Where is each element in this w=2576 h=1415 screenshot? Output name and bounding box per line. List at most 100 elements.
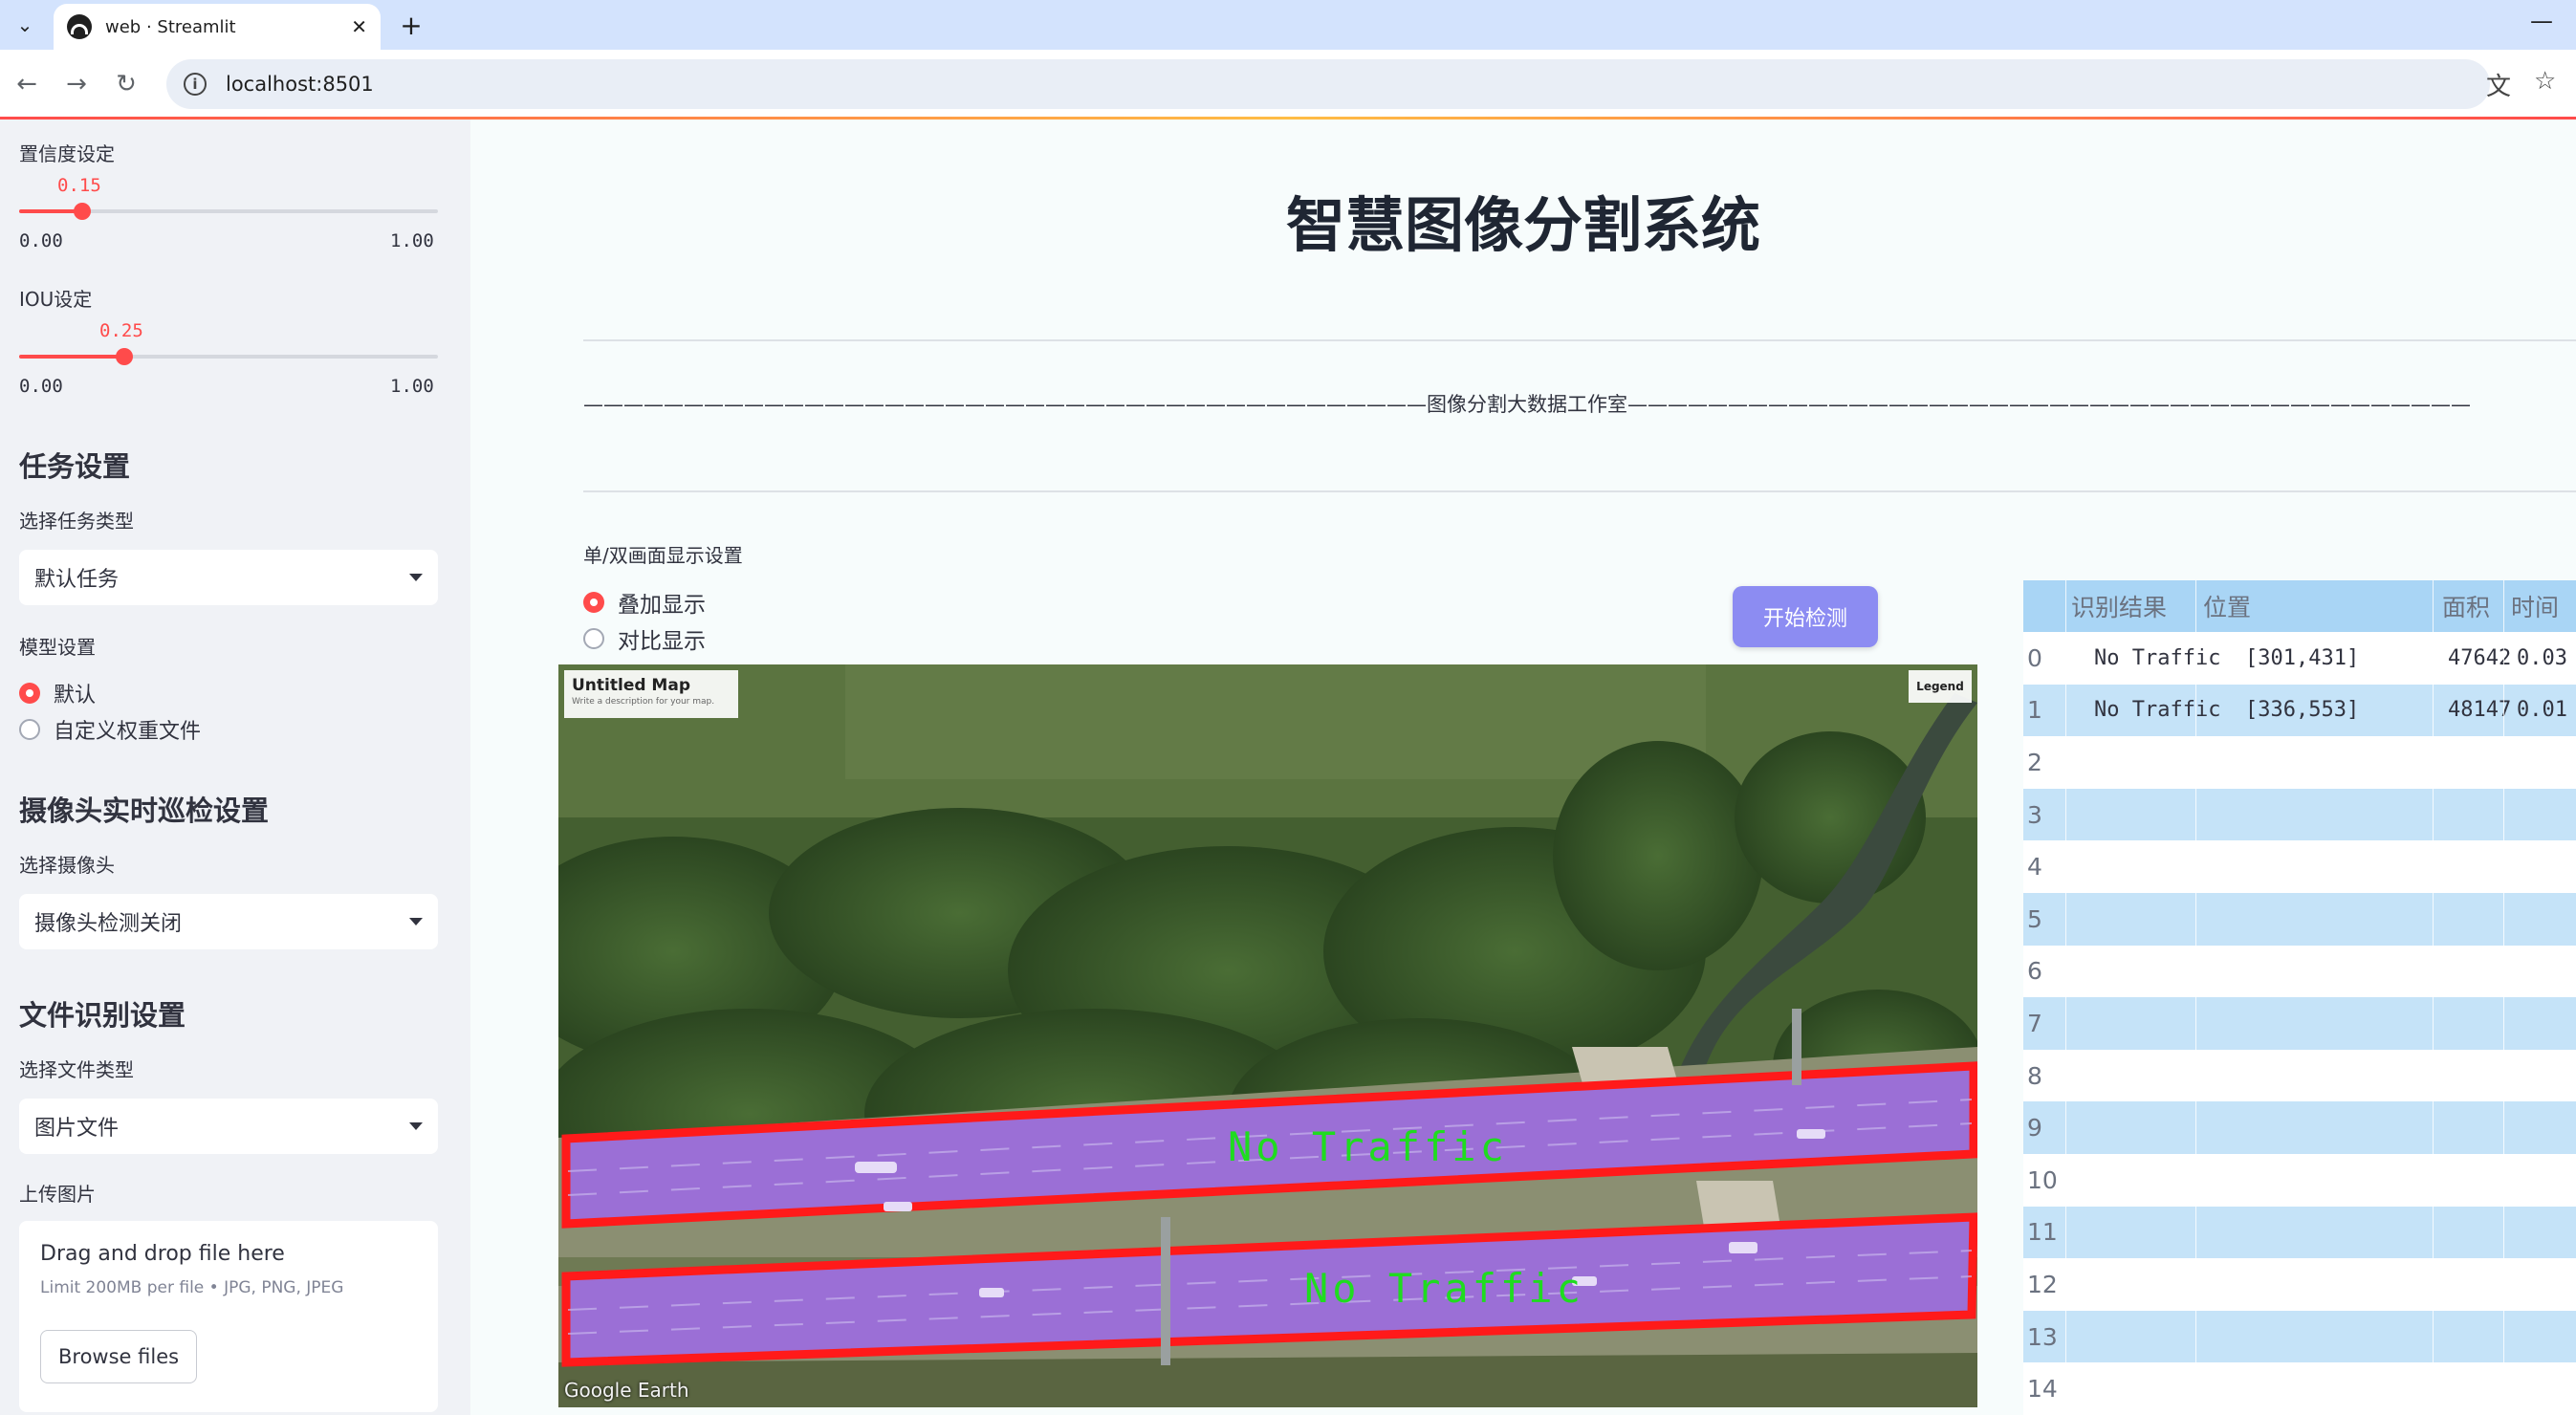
camera-select-label: 选择摄像头: [19, 854, 115, 877]
table-header-row: 识别结果 位置 面积 时间: [2023, 580, 2576, 632]
reload-icon[interactable]: ↻: [109, 67, 143, 101]
site-info-icon[interactable]: i: [184, 73, 207, 96]
url-text[interactable]: localhost:8501: [226, 73, 374, 96]
map-title-box: Untitled Map Write a description for you…: [564, 670, 738, 718]
file-type-select[interactable]: 图片文件: [19, 1099, 438, 1154]
table-row[interactable]: 7: [2023, 997, 2576, 1050]
table-row[interactable]: 6: [2023, 945, 2576, 998]
table-row[interactable]: 3: [2023, 788, 2576, 841]
header-time[interactable]: 时间: [2511, 580, 2559, 632]
radio-selected-icon: [19, 683, 40, 704]
file-dropzone[interactable]: Drag and drop file here Limit 200MB per …: [19, 1221, 438, 1412]
radio-unselected-icon: [19, 719, 40, 740]
table-row[interactable]: 2: [2023, 736, 2576, 789]
table-row[interactable]: 9: [2023, 1101, 2576, 1154]
row-index: 1: [2027, 696, 2042, 725]
table-row[interactable]: 14: [2023, 1362, 2576, 1415]
results-table[interactable]: 识别结果 位置 面积 时间 0 No Traffic [301,431] 47642 0…: [2023, 580, 2576, 1415]
browser-tab-bar: ⌄ web · Streamlit ✕ + —: [0, 0, 2576, 50]
row-index: 3: [2027, 800, 2042, 829]
close-tab-icon[interactable]: ✕: [351, 15, 367, 38]
column-divider: [2503, 580, 2504, 1415]
row-index: 4: [2027, 853, 2042, 882]
radio-unselected-icon: [583, 628, 604, 649]
segment-label-1: No Traffic: [1228, 1123, 1508, 1170]
model-radio-default[interactable]: 默认: [19, 678, 96, 708]
table-row[interactable]: 1 No Traffic [336,553] 48147 0.01: [2023, 684, 2576, 737]
row-index: 8: [2027, 1061, 2042, 1090]
dropzone-limit: Limit 200MB per file • JPG, PNG, JPEG: [40, 1278, 344, 1297]
table-row[interactable]: 4: [2023, 840, 2576, 893]
row-index: 0: [2027, 643, 2042, 672]
row-index: 5: [2027, 904, 2042, 933]
new-tab-plus-icon[interactable]: +: [394, 8, 428, 42]
forward-arrow-icon[interactable]: →: [59, 67, 94, 101]
column-divider: [2433, 580, 2434, 1415]
header-area[interactable]: 面积: [2442, 580, 2490, 632]
divider-line: [583, 339, 2576, 341]
camera-settings-header: 摄像头实时巡检设置: [19, 795, 270, 827]
table-row[interactable]: 8: [2023, 1049, 2576, 1102]
column-divider: [2195, 580, 2196, 1415]
file-settings-header: 文件识别设置: [19, 999, 186, 1032]
bookmark-star-icon[interactable]: ☆: [2534, 67, 2556, 96]
divider-line: [583, 490, 2576, 492]
browse-files-button[interactable]: Browse files: [40, 1330, 198, 1383]
task-settings-header: 任务设置: [19, 450, 131, 483]
confidence-slider-thumb[interactable]: [73, 203, 91, 220]
row-index: 12: [2027, 1270, 2058, 1298]
row-index: 10: [2027, 1165, 2058, 1194]
table-row[interactable]: 10: [2023, 1154, 2576, 1207]
table-row[interactable]: 12: [2023, 1258, 2576, 1311]
confidence-label: 置信度设定: [19, 142, 115, 165]
iou-slider-fill: [19, 355, 124, 359]
cell-area: 47642: [2448, 645, 2512, 670]
browser-tab[interactable]: web · Streamlit ✕: [54, 4, 381, 50]
cell-position: [336,553]: [2245, 698, 2360, 723]
display-radio-overlay[interactable]: 叠加显示: [583, 586, 706, 619]
main-content: 智慧图像分割系统 ———————————————————————————————…: [470, 120, 2576, 1415]
address-bar[interactable]: i localhost:8501: [166, 59, 2490, 109]
aerial-image-svg: [558, 664, 1977, 1407]
row-index: 6: [2027, 957, 2042, 986]
table-row[interactable]: 11: [2023, 1206, 2576, 1259]
row-index: 13: [2027, 1322, 2058, 1351]
iou-label: IOU设定: [19, 288, 93, 311]
model-radio-custom[interactable]: 自定义权重文件: [19, 714, 201, 745]
row-index: 14: [2027, 1375, 2058, 1404]
iou-min: 0.00: [19, 376, 63, 397]
display-radio-compare[interactable]: 对比显示: [583, 622, 706, 655]
camera-select-value: 摄像头检测关闭: [34, 912, 183, 936]
task-type-label: 选择任务类型: [19, 510, 134, 533]
task-type-select[interactable]: 默认任务: [19, 550, 438, 605]
confidence-slider[interactable]: [19, 203, 438, 220]
camera-select[interactable]: 摄像头检测关闭: [19, 894, 438, 949]
table-row[interactable]: 0 No Traffic [301,431] 47642 0.03: [2023, 632, 2576, 685]
row-index: 9: [2027, 1114, 2042, 1143]
iou-slider-thumb[interactable]: [115, 348, 133, 365]
confidence-min: 0.00: [19, 230, 63, 251]
chevron-down-icon: [409, 918, 423, 925]
back-arrow-icon[interactable]: ←: [10, 67, 44, 101]
confidence-value: 0.15: [57, 175, 101, 196]
header-position[interactable]: 位置: [2203, 580, 2251, 632]
header-result[interactable]: 识别结果: [2071, 580, 2167, 632]
row-index: 11: [2027, 1218, 2058, 1247]
tab-search-chevron-icon[interactable]: ⌄: [8, 8, 42, 42]
chevron-down-icon: [409, 1122, 423, 1130]
upload-label: 上传图片: [19, 1183, 96, 1206]
map-subtitle: Write a description for your map.: [572, 697, 715, 707]
table-row[interactable]: 5: [2023, 893, 2576, 946]
segmentation-result-image: Untitled Map Write a description for you…: [558, 664, 1977, 1407]
confidence-slider-fill: [19, 209, 82, 213]
model-settings-label: 模型设置: [19, 636, 96, 659]
row-index: 7: [2027, 1009, 2042, 1037]
table-row[interactable]: 13: [2023, 1310, 2576, 1363]
minimize-window-icon[interactable]: —: [2530, 8, 2553, 34]
iou-slider[interactable]: [19, 348, 438, 365]
row-index: 2: [2027, 748, 2042, 776]
translate-icon[interactable]: 文: [2486, 67, 2511, 102]
cell-time: 0.03: [2517, 645, 2567, 670]
start-detection-button[interactable]: 开始检测: [1733, 586, 1878, 647]
display-settings-label: 单/双画面显示设置: [583, 544, 743, 567]
